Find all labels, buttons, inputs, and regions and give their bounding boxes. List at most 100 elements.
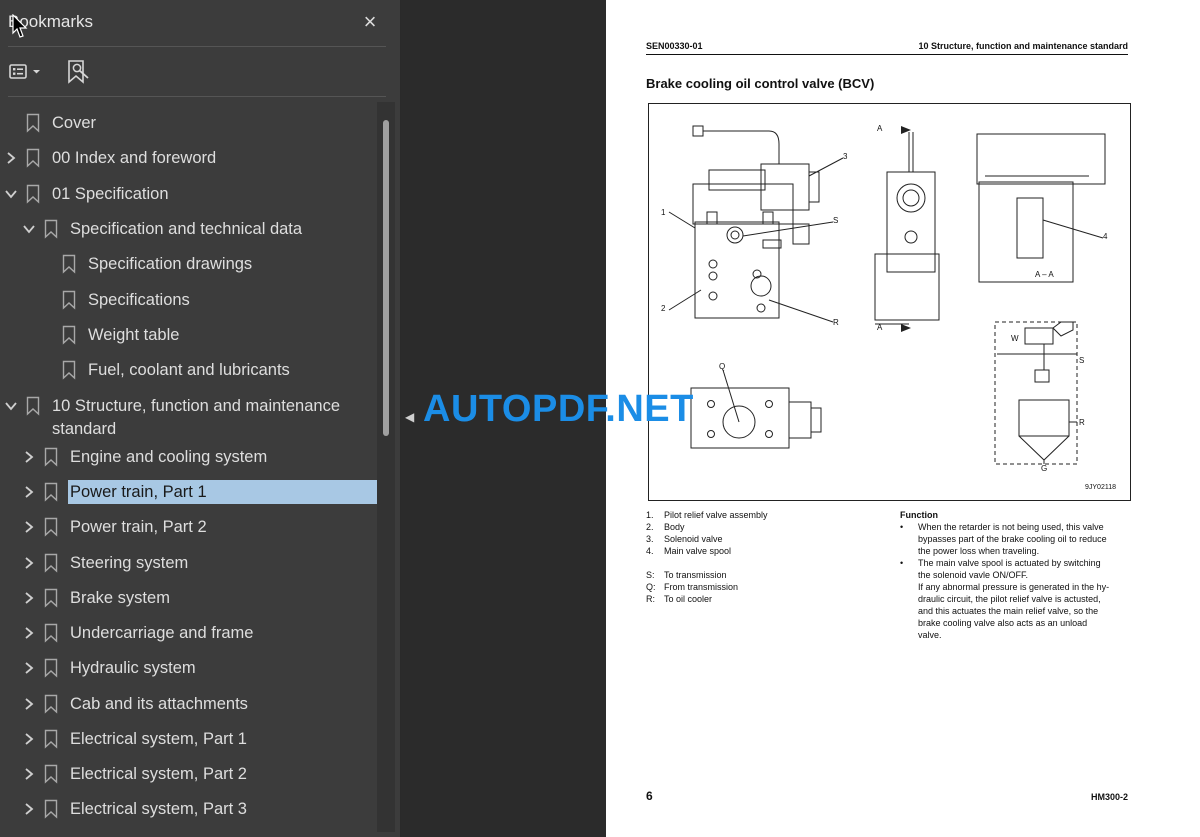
chevron-right-icon[interactable]	[22, 802, 36, 816]
bookmark-item[interactable]: 10 Structure, function and maintenance st…	[0, 391, 376, 439]
watermark: AUTOPDF.NET	[423, 388, 694, 430]
bookmark-icon	[62, 360, 76, 380]
chevron-right-icon[interactable]	[22, 520, 36, 534]
bookmark-label: Hydraulic system	[70, 659, 196, 677]
bookmark-icon	[62, 325, 76, 345]
bookmark-item[interactable]: Power train, Part 2	[0, 512, 376, 542]
bookmark-item[interactable]: Power train, Part 1	[0, 477, 378, 507]
bookmark-item[interactable]: Brake system	[0, 583, 376, 613]
chevron-right-icon[interactable]	[22, 626, 36, 640]
bookmark-label: 01 Specification	[52, 185, 169, 203]
bookmark-item[interactable]: 01 Specification	[0, 179, 376, 209]
bookmark-label: Specification drawings	[88, 255, 253, 273]
bookmark-label: Electrical system, Part 1	[70, 730, 247, 748]
model-code: HM300-2	[1090, 792, 1128, 802]
bookmark-label: 00 Index and foreword	[52, 149, 217, 167]
section-title: 10 Structure, function and maintenance s…	[918, 41, 1128, 51]
bookmark-item[interactable]: Steering system	[0, 548, 376, 578]
find-bookmark-button[interactable]	[64, 56, 94, 86]
bookmark-icon	[44, 729, 58, 749]
bookmark-icon	[44, 799, 58, 819]
bookmark-search-icon	[68, 60, 89, 84]
bookmark-item[interactable]: Fuel, coolant and lubricants	[0, 355, 376, 385]
bookmark-item[interactable]: Specification drawings	[0, 249, 376, 279]
chevron-right-icon[interactable]	[22, 556, 36, 570]
chevron-down-icon[interactable]	[4, 399, 18, 413]
function-line: • The main valve spool is actuated by swi…	[900, 558, 1101, 568]
bookmark-item[interactable]: Specification and technical data	[0, 214, 376, 244]
function-line: the power loss when traveling.	[918, 546, 1040, 556]
bookmark-icon	[44, 482, 58, 502]
bookmark-label: Weight table	[88, 326, 180, 344]
bookmark-icon	[26, 396, 40, 416]
function-line: • When the retarder is not being used, th…	[900, 522, 1104, 532]
callout-w: W	[1011, 334, 1019, 343]
bookmark-icon	[44, 553, 58, 573]
bookmark-icon	[44, 447, 58, 467]
callout-4: 4	[1103, 232, 1108, 241]
collapse-panel-icon[interactable]: ◀	[405, 410, 414, 424]
bookmark-icon	[26, 148, 40, 168]
bookmark-item[interactable]: Hydraulic system	[0, 653, 376, 683]
divider	[8, 96, 386, 97]
bookmark-label: Steering system	[70, 554, 189, 572]
bookmark-label: Cover	[52, 114, 97, 132]
function-title: Function	[900, 510, 938, 520]
chevron-right-icon[interactable]	[22, 732, 36, 746]
circuit-r: R	[1079, 418, 1085, 427]
function-line: the solenoid vavle ON/OFF.	[918, 570, 1029, 580]
bookmarks-panel: Bookmarks × Cover 00 Index and foreword …	[0, 0, 401, 837]
panel-header: Bookmarks ×	[0, 0, 400, 46]
bookmark-label: Engine and cooling system	[70, 448, 268, 466]
bookmark-icon	[44, 623, 58, 643]
function-line: and this actuates the main relief valve,…	[918, 606, 1099, 616]
bookmark-item[interactable]: 00 Index and foreword	[0, 143, 376, 173]
function-line: draulic circuit, the pilot relief valve …	[918, 594, 1101, 604]
bookmark-label: Fuel, coolant and lubricants	[88, 361, 290, 379]
bookmark-icon	[44, 517, 58, 537]
bookmark-label: Specifications	[88, 291, 190, 309]
legend-item: 1. Pilot relief valve assembly	[646, 510, 768, 520]
chevron-right-icon[interactable]	[4, 151, 18, 165]
bookmark-label: 10 Structure, function and maintenance	[52, 397, 341, 415]
legend-item: 3. Solenoid valve	[646, 534, 723, 544]
bookmark-item[interactable]: Specifications	[0, 285, 376, 315]
chevron-down-icon[interactable]	[22, 222, 36, 236]
pdf-page: SEN00330-01 10 Structure, function and m…	[606, 0, 1200, 837]
bookmark-item[interactable]: Electrical system, Part 1	[0, 724, 376, 754]
bookmark-icon	[44, 588, 58, 608]
chevron-right-icon[interactable]	[22, 697, 36, 711]
chevron-down-icon[interactable]	[4, 187, 18, 201]
divider	[8, 46, 386, 47]
bookmark-item[interactable]: Weight table	[0, 320, 376, 350]
bookmark-item[interactable]: Electrical system, Part 2	[0, 759, 376, 789]
bookmark-item[interactable]: Electrical system, Part 3	[0, 794, 376, 824]
bookmark-item[interactable]: Undercarriage and frame	[0, 618, 376, 648]
function-line: If any abnormal pressure is generated in…	[918, 582, 1110, 592]
close-panel-button[interactable]: ×	[357, 8, 383, 36]
bookmark-label: Brake system	[70, 589, 170, 607]
options-menu-button[interactable]	[6, 56, 46, 86]
figure-id: 9JY02118	[1085, 484, 1117, 491]
bookmark-item[interactable]: Engine and cooling system	[0, 442, 376, 472]
bookmark-icon	[44, 764, 58, 784]
function-line: bypasses part of the brake cooling oil t…	[918, 534, 1107, 544]
chevron-right-icon[interactable]	[22, 767, 36, 781]
legend-item: R: To oil cooler	[646, 594, 713, 604]
chevron-right-icon[interactable]	[22, 485, 36, 499]
chevron-right-icon[interactable]	[22, 661, 36, 675]
header-rule	[646, 54, 1128, 55]
callout-a-bottom: A	[877, 323, 883, 332]
callout-q: Q	[719, 362, 726, 371]
chevron-right-icon[interactable]	[22, 450, 36, 464]
list-options-icon	[9, 64, 40, 79]
bookmark-item[interactable]: Cab and its attachments	[0, 689, 376, 719]
page-number: 6	[646, 789, 653, 803]
callout-s: S	[833, 216, 839, 225]
chevron-right-icon[interactable]	[22, 591, 36, 605]
callout-3: 3	[843, 152, 848, 161]
bookmark-item[interactable]: Cover	[0, 108, 376, 138]
bookmark-icon	[26, 184, 40, 204]
scrollbar-thumb[interactable]	[383, 120, 389, 436]
callout-2: 2	[661, 304, 666, 313]
